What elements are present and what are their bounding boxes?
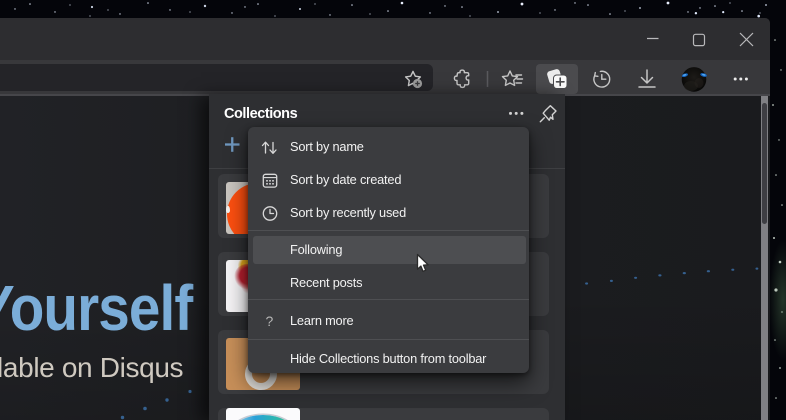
- svg-text:?: ?: [265, 313, 273, 329]
